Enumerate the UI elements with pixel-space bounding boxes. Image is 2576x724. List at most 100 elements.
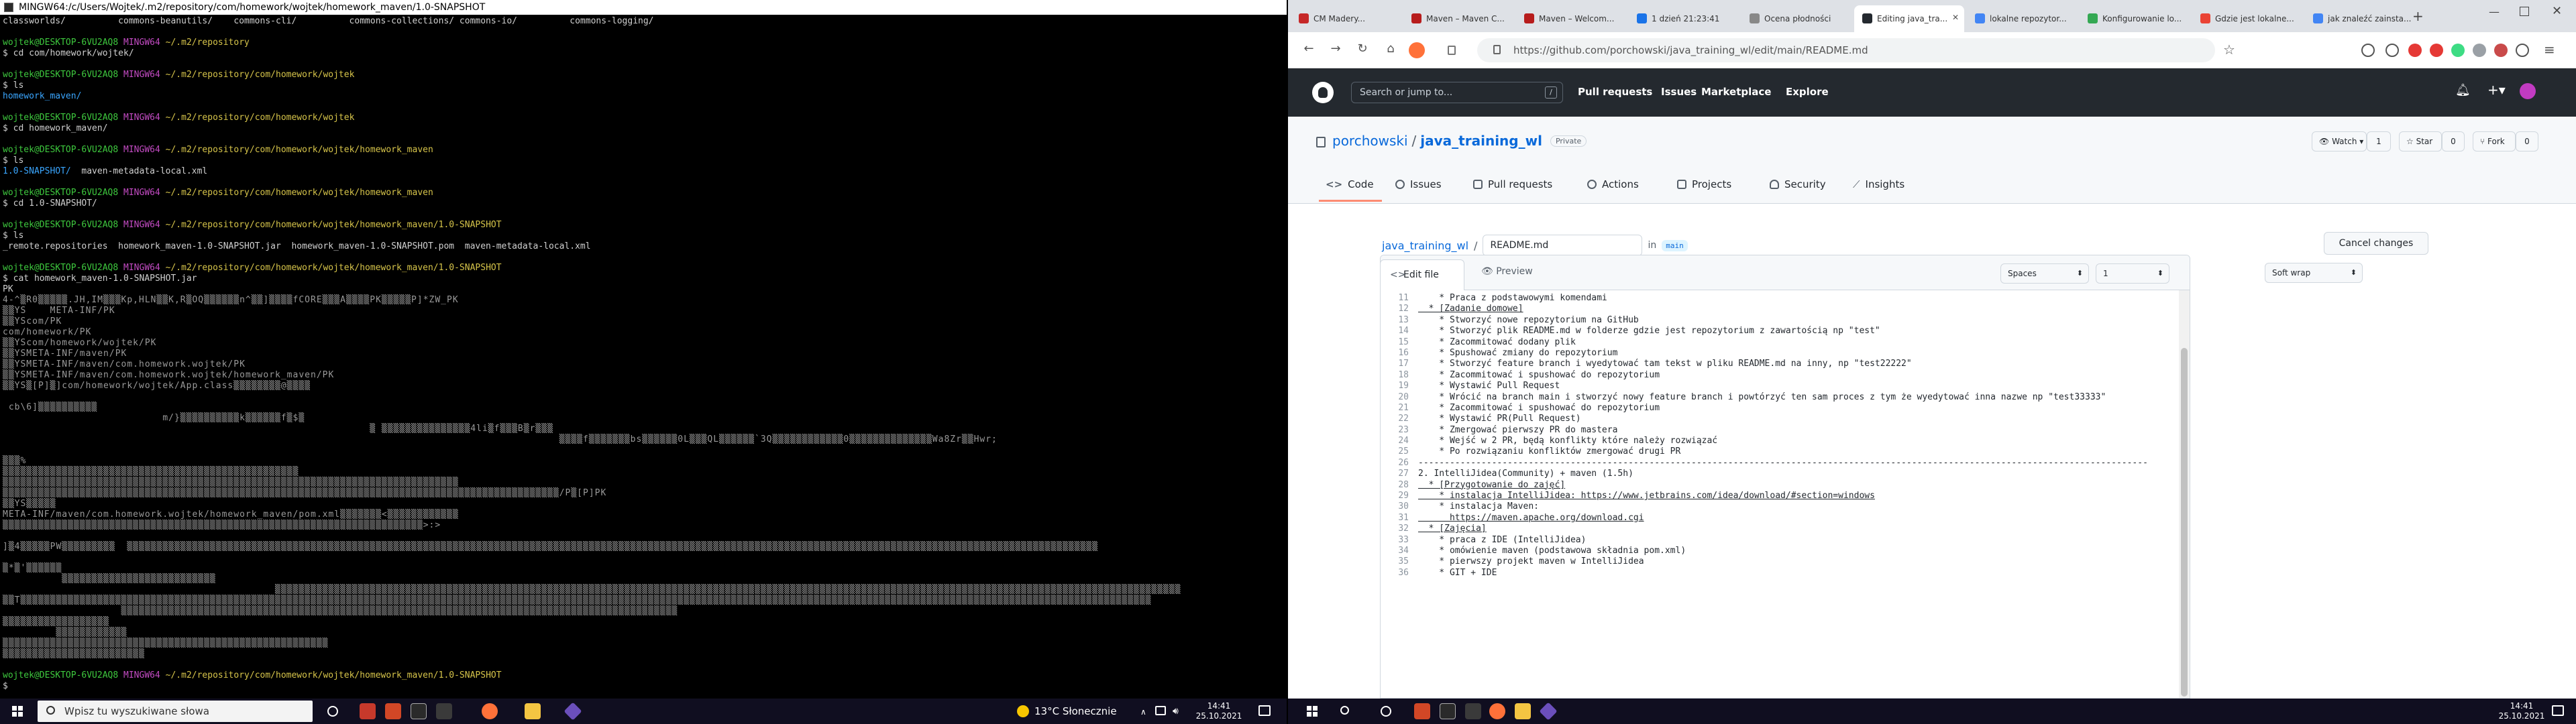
search-icon[interactable]	[1340, 706, 1349, 715]
scrollbar-thumb[interactable]	[2181, 348, 2188, 697]
code-line[interactable]: 23 * Zmergować pierwszy PR do mastera	[1381, 425, 2179, 436]
tab-projects[interactable]: Projects	[1677, 178, 1731, 190]
pdf-app-icon[interactable]	[360, 703, 376, 719]
task-view-icon[interactable]	[1381, 706, 1391, 717]
user-avatar[interactable]	[2520, 83, 2536, 99]
address-bar[interactable]: https://github.com/porchowski/java_train…	[1477, 38, 2215, 62]
code-line[interactable]: 28 * [Przygotowanie do zajęć]	[1381, 480, 2179, 491]
code-line[interactable]: 15 * Zacommitować dodany plik	[1381, 337, 2179, 348]
create-new-icon[interactable]: +▾	[2487, 82, 2506, 98]
code-line[interactable]: 30 * instalacja Maven:	[1381, 501, 2179, 512]
gh-nav-marketplace[interactable]: Marketplace	[1701, 86, 1771, 98]
close-window-button[interactable]: ✕	[2552, 4, 2562, 18]
notifications-bell-icon[interactable]: 🔔︎	[2455, 83, 2471, 97]
weather-text[interactable]: 13°C Słonecznie	[1034, 705, 1117, 717]
account-icon[interactable]	[2516, 44, 2529, 57]
tab-actions[interactable]: Actions	[1587, 178, 1639, 190]
extension-green-icon[interactable]	[2451, 44, 2465, 57]
git-bash-icon[interactable]	[1539, 702, 1558, 721]
cancel-changes-button[interactable]: Cancel changes	[2324, 232, 2428, 255]
calendar-app-icon[interactable]	[411, 703, 427, 719]
back-button[interactable]: ←	[1300, 42, 1318, 56]
notification-icon[interactable]	[1258, 705, 1271, 716]
terminal-title-bar[interactable]: MINGW64:/c/Users/Wojtek/.m2/repository/c…	[0, 0, 1287, 15]
tab-close-icon[interactable]: ✕	[1952, 13, 1959, 22]
fork-count[interactable]: 0	[2516, 131, 2538, 152]
tray-chevron-icon[interactable]: ∧	[1140, 707, 1146, 717]
editor-scrollbar[interactable]	[2179, 290, 2190, 698]
file-explorer-icon[interactable]	[525, 703, 541, 719]
shield-icon[interactable]	[1448, 46, 1456, 55]
maximize-button[interactable]	[2520, 7, 2529, 16]
task-view-icon[interactable]	[327, 706, 338, 717]
git-bash-icon[interactable]	[564, 702, 582, 721]
extension-icon[interactable]	[2494, 44, 2508, 57]
code-line[interactable]: 17 * Stworzyć feature branch i wyedytowa…	[1381, 359, 2179, 369]
code-line[interactable]: 25 * Po rozwiązaniu konfliktów zmergować…	[1381, 446, 2179, 457]
terminal-output[interactable]: classworlds/ commons-beanutils/ commons-…	[3, 16, 1284, 697]
github-search-input[interactable]: Search or jump to... /	[1351, 82, 1563, 103]
repo-owner-link[interactable]: porchowski	[1332, 133, 1408, 149]
code-line[interactable]: 27 2. IntelliJidea(Community) + maven (1.…	[1381, 469, 2179, 479]
taskbar-clock[interactable]: 14:41 25.10.2021	[1195, 701, 1242, 721]
start-button[interactable]	[3, 699, 32, 724]
code-line[interactable]: 31 https://maven.apache.org/download.cgi	[1381, 513, 2179, 524]
tab-issues[interactable]: Issues	[1395, 178, 1442, 190]
taskbar-search-input[interactable]: Wpisz tu wyszukiwane słowa	[38, 701, 313, 722]
volume-icon[interactable]: 🔊︎	[1173, 706, 1179, 717]
extension-red-icon[interactable]	[2430, 44, 2443, 57]
tab-security[interactable]: Security	[1770, 178, 1826, 190]
gh-nav-explore[interactable]: Explore	[1786, 86, 1829, 98]
code-line[interactable]: 33 * praca z IDE (IntelliJidea)	[1381, 535, 2179, 546]
star-button[interactable]: ☆ Star	[2399, 131, 2442, 152]
code-line[interactable]: 16 * Spushować zmiany do repozytorium	[1381, 348, 2179, 359]
code-line[interactable]: 14 * Stworzyć plik README.md w folderze …	[1381, 326, 2179, 337]
code-area[interactable]: 11 * Praca z podstawowymi komendami 12 * …	[1381, 290, 2179, 698]
file-explorer-icon[interactable]	[1515, 703, 1531, 719]
new-tab-button[interactable]: +	[2412, 8, 2424, 24]
code-line[interactable]: 36 * GIT + IDE	[1381, 568, 2179, 579]
code-line[interactable]: 26 --------------------------------------…	[1381, 458, 2179, 469]
menu-icon[interactable]: ≡	[2544, 42, 2555, 58]
indent-mode-select[interactable]: Spaces	[2000, 263, 2089, 284]
film-app-icon[interactable]	[436, 703, 452, 719]
terminal-window[interactable]: MINGW64:/c/Users/Wojtek/.m2/repository/c…	[0, 0, 1287, 699]
fork-button[interactable]: ⑂ Fork	[2473, 131, 2516, 152]
page-scrollbar[interactable]	[2549, 68, 2563, 699]
code-line[interactable]: 18 * Zacommitować i spushować do repozyt…	[1381, 370, 2179, 381]
browser-tab[interactable]: Maven – Maven C...	[1403, 5, 1513, 32]
film-app-icon[interactable]	[1465, 703, 1481, 719]
code-line[interactable]: 20 * Wrócić na branch main i stworzyć no…	[1381, 392, 2179, 403]
forward-button[interactable]: →	[1327, 42, 1344, 56]
network-icon[interactable]	[1155, 706, 1166, 715]
star-count[interactable]: 0	[2442, 131, 2465, 152]
edit-file-tab[interactable]: <> Edit file	[1381, 259, 1464, 291]
browser-extension-icon[interactable]	[1409, 42, 1425, 58]
pocket-icon[interactable]	[2361, 44, 2375, 57]
bookmark-star-icon[interactable]: ☆	[2223, 42, 2235, 58]
code-line[interactable]: 29 * instalacja IntelliJidea: https://ww…	[1381, 491, 2179, 501]
adblock-icon[interactable]	[2408, 44, 2422, 57]
browser-tab[interactable]: Maven – Welcom...	[1516, 5, 1626, 32]
downloads-icon[interactable]	[2385, 44, 2399, 57]
reload-button[interactable]: ↻	[1354, 42, 1371, 56]
code-line[interactable]: 34 * omówienie maven (podstawowa składni…	[1381, 546, 2179, 556]
code-line[interactable]: 11 * Praca z podstawowymi komendami	[1381, 293, 2179, 304]
minimize-button[interactable]: —	[2489, 5, 2500, 18]
powerpoint-icon[interactable]	[1414, 703, 1430, 719]
wrap-mode-select[interactable]: Soft wrap	[2265, 263, 2363, 283]
gh-nav-issues[interactable]: Issues	[1661, 86, 1697, 98]
home-button[interactable]: ⌂	[1382, 42, 1399, 56]
firefox-icon[interactable]	[1489, 703, 1505, 719]
code-line[interactable]: 24 * Wejść w 2 PR, będą konflikty które …	[1381, 436, 2179, 446]
notification-icon[interactable]	[2552, 705, 2564, 716]
code-line[interactable]: 12 * [Zadanie domowe]	[1381, 304, 2179, 314]
code-line[interactable]: 19 * Wystawić Pull Request	[1381, 381, 2179, 391]
breadcrumb-repo-link[interactable]: java_training_wl	[1382, 239, 1468, 252]
indent-size-select[interactable]: 1	[2096, 263, 2169, 284]
browser-tab[interactable]: 1 dzień 21:23:41	[1629, 5, 1739, 32]
browser-tab[interactable]: CM Madery...	[1291, 5, 1401, 32]
repo-name-link[interactable]: java_training_wl	[1420, 133, 1542, 149]
watch-count[interactable]: 1	[2367, 131, 2391, 152]
code-line[interactable]: 35 * pierwszy projekt maven w IntelliJid…	[1381, 556, 2179, 567]
